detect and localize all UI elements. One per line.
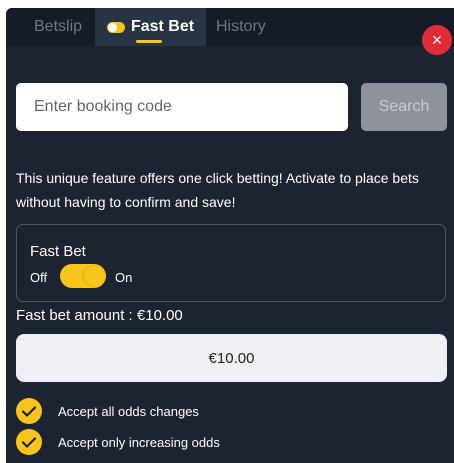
search-button[interactable]: Search [361,83,447,131]
active-tab-indicator [136,40,162,43]
fast-bet-title: Fast Bet [30,243,86,260]
feature-description: This unique feature offers one click bet… [16,170,419,210]
fast-bet-amount-value: €10.00 [208,349,255,367]
booking-code-input[interactable] [16,83,348,131]
tab-betslip-label: Betslip [34,18,83,35]
fast-bet-toggle[interactable] [60,264,106,288]
tab-history-label: History [216,18,266,35]
fast-bet-amount-field[interactable]: €10.00 [16,334,447,382]
check-icon [16,429,42,455]
tab-fast-bet-label: Fast Bet [130,18,195,35]
accept-increasing-odds-option[interactable]: Accept only increasing odds [16,429,220,455]
search-button-label: Search [378,98,430,115]
toggle-off-label: Off [30,270,48,285]
close-button[interactable]: × [422,25,452,55]
fast-bet-settings-box: Fast Bet Off On [16,224,446,302]
tab-betslip[interactable]: Betslip [34,8,82,46]
accept-all-odds-label: Accept all odds changes [58,403,199,419]
tab-history[interactable]: History [216,8,266,46]
check-icon [16,398,42,424]
fastbet-panel: Betslip Fast Bet History × Search This u… [6,8,454,463]
tab-bar: Betslip Fast Bet History [6,8,454,46]
toggle-icon [106,21,125,33]
tab-fast-bet[interactable]: Fast Bet [95,8,206,46]
close-icon: × [431,29,443,50]
accept-all-odds-option[interactable]: Accept all odds changes [16,398,199,424]
accept-increasing-odds-label: Accept only increasing odds [58,434,220,450]
fast-bet-amount-label: Fast bet amount : €10.00 [16,307,183,324]
toggle-on-label: On [115,270,133,285]
